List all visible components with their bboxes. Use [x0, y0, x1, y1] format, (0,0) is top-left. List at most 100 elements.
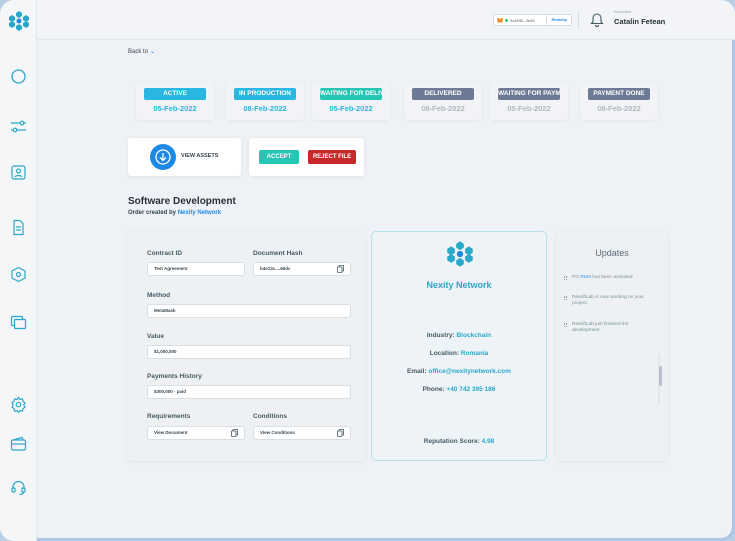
sliders-icon[interactable] — [10, 118, 27, 135]
updates-panel: Updates PO #344 has been activated Resof… — [556, 231, 668, 461]
requirements-label: Requirements — [147, 413, 191, 420]
divider — [578, 12, 579, 28]
copy-icon[interactable] — [231, 429, 238, 437]
location-value: Romania — [460, 350, 489, 357]
update-text: ResoftLab is now working on your project… — [572, 295, 644, 306]
wallet-address: 0x2f0f2...8c51 — [510, 17, 536, 23]
phone-label: Phone: — [422, 386, 445, 393]
company-location: Location: Romania — [372, 350, 546, 357]
company-reputation: Reputation Score: 4.98 — [372, 438, 546, 445]
status-label: PAYMENT DONE — [588, 88, 650, 100]
method-field[interactable]: MetaMask — [147, 304, 351, 318]
network-icon[interactable] — [10, 266, 27, 283]
headset-icon[interactable] — [10, 479, 27, 496]
company-link[interactable]: Nexity Network — [178, 210, 221, 216]
status-waiting-payment: WAITING FOR PAYMENT 05-Feb-2022 — [490, 82, 568, 120]
payments-history-label: Payments History — [147, 373, 202, 380]
contract-id-field[interactable]: Test Agreement — [147, 262, 245, 276]
document-hash-value: b4e13c....66dc — [260, 266, 291, 271]
status-date: 05-Feb-2022 — [153, 104, 197, 113]
drag-handle-icon — [564, 323, 567, 327]
industry-value: Blockchain — [456, 332, 492, 339]
copy-icon[interactable] — [337, 429, 344, 437]
back-link[interactable]: Back to ⌄ — [128, 48, 155, 55]
contract-id-label: Contract ID — [147, 250, 183, 257]
update-item: ResoftLab is now working on your project… — [564, 295, 656, 307]
company-email: Email: office@nexitynetwork.com — [372, 368, 546, 375]
update-text: ResoftLab just finished the development. — [572, 322, 629, 333]
document-icon[interactable] — [10, 219, 27, 236]
status-date: 05-Feb-2022 — [329, 104, 373, 113]
view-assets-button[interactable]: VIEW ASSETS — [181, 153, 218, 159]
page-title: Software Development — [128, 196, 236, 207]
phone-value: +40 742 395 186 — [446, 386, 496, 393]
app-window: 0x2f0f2...8c51 Rinkeby Executive Catalin… — [0, 0, 735, 541]
accept-button[interactable]: ACCEPT — [259, 150, 299, 164]
status-date: 08-Feb-2022 — [597, 104, 641, 113]
layers-icon[interactable] — [10, 314, 27, 331]
user-name[interactable]: Catalin Fetean — [614, 17, 665, 26]
contract-details-panel: Contract ID Test Agreement Document Hash… — [127, 232, 365, 461]
status-label: IN PRODUCTION — [234, 88, 296, 100]
reputation-label: Reputation Score: — [423, 438, 480, 445]
approval-card: ACCEPT REJECT FILE — [249, 138, 364, 176]
email-label: Email: — [407, 368, 427, 375]
update-item: ResoftLab just finished the development. — [564, 322, 656, 334]
requirements-value: View Document — [154, 430, 188, 435]
status-date: 08-Feb-2022 — [421, 104, 465, 113]
value-field[interactable]: $1,000,000 — [147, 345, 351, 359]
location-label: Location: — [429, 350, 459, 357]
drag-handle-icon — [564, 296, 567, 300]
scrollbar-thumb[interactable] — [659, 366, 662, 386]
chevron-down-icon[interactable]: ⌄ — [662, 20, 667, 27]
requirements-field[interactable]: View Document — [147, 426, 245, 440]
sidebar — [0, 0, 37, 541]
connected-dot-icon — [505, 18, 508, 22]
status-delivered: DELIVERED 08-Feb-2022 — [404, 82, 482, 120]
company-industry: Industry: Blockchain — [372, 332, 546, 339]
status-timeline: ACTIVE 05-Feb-2022 IN PRODUCTION 08-Feb-… — [128, 82, 668, 124]
circle-icon[interactable] — [10, 68, 27, 85]
wallet-badge[interactable]: 0x2f0f2...8c51 Rinkeby — [493, 14, 572, 26]
wallet-icon[interactable] — [10, 436, 27, 453]
po-link[interactable]: #344 — [580, 275, 591, 280]
status-label: WAITING FOR PAYMENT — [498, 88, 560, 100]
nexity-logo-icon[interactable] — [8, 10, 30, 32]
payments-history-field[interactable]: $300,000 - paid — [147, 385, 351, 399]
status-waiting-delivery: WAITING FOR DELIVERY 05-Feb-2022 — [312, 82, 390, 120]
contacts-icon[interactable] — [10, 164, 27, 181]
subtitle-prefix: Order created by — [128, 210, 177, 216]
download-icon[interactable] — [150, 144, 176, 170]
email-link[interactable]: office@nexitynetwork.com — [428, 368, 511, 375]
bell-icon[interactable] — [590, 11, 604, 27]
back-label: Back to — [128, 49, 149, 55]
method-label: Method — [147, 292, 171, 299]
company-phone: Phone: +40 742 395 186 — [372, 386, 546, 393]
view-assets-card[interactable]: VIEW ASSETS — [128, 138, 241, 176]
company-logo-icon — [447, 241, 473, 267]
status-label: DELIVERED — [412, 88, 474, 100]
status-date: 05-Feb-2022 — [507, 104, 551, 113]
status-payment-done: PAYMENT DONE 08-Feb-2022 — [580, 82, 658, 120]
document-hash-field[interactable]: b4e13c....66dc — [253, 262, 351, 276]
update-item: PO #344 has been activated — [564, 275, 656, 281]
reputation-value: 4.98 — [481, 438, 495, 445]
status-label: WAITING FOR DELIVERY — [320, 88, 382, 100]
conditions-field[interactable]: View Conditions — [253, 426, 351, 440]
value-label: Value — [147, 333, 164, 340]
conditions-value: View Conditions — [260, 430, 295, 435]
reject-file-button[interactable]: REJECT FILE — [308, 150, 356, 164]
document-hash-label: Document Hash — [253, 250, 303, 257]
copy-icon[interactable] — [337, 265, 344, 273]
updates-title: Updates — [595, 248, 629, 258]
company-info-panel: Nexity Network Industry: Blockchain Loca… — [371, 231, 547, 461]
status-in-production: IN PRODUCTION 08-Feb-2022 — [226, 82, 304, 120]
metamask-icon — [497, 17, 503, 23]
user-role: Executive — [614, 9, 632, 14]
status-active: ACTIVE 05-Feb-2022 — [136, 82, 214, 120]
network-label: Rinkeby — [546, 15, 571, 25]
settings-icon[interactable] — [10, 396, 27, 413]
status-label: ACTIVE — [144, 88, 206, 100]
chevron-down-icon: ⌄ — [150, 49, 156, 55]
order-subtitle: Order created by Nexity Network — [128, 210, 221, 216]
